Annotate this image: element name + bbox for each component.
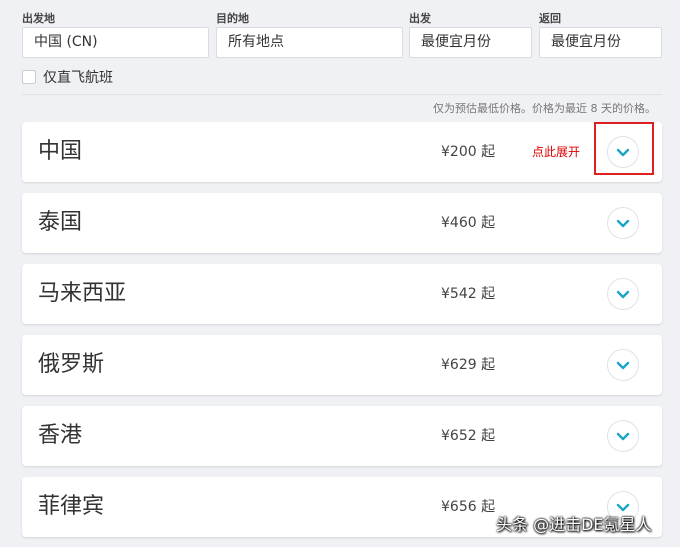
origin-label: 出发地 <box>22 12 55 25</box>
price-note: 仅为预估最低价格。价格为最近 8 天的价格。 <box>433 102 656 115</box>
result-card[interactable]: 俄罗斯 ¥629 起 <box>22 335 662 395</box>
destination-field[interactable]: 所有地点 <box>216 27 403 58</box>
depart-field[interactable]: 最便宜月份 <box>409 27 532 58</box>
expand-button[interactable] <box>607 420 639 452</box>
result-destination: 泰国 <box>38 210 83 235</box>
result-destination: 菲律宾 <box>38 494 105 519</box>
direct-only-checkbox[interactable] <box>22 70 36 84</box>
result-price: ¥460 起 <box>441 215 496 231</box>
chevron-down-icon <box>616 219 630 227</box>
chevron-down-icon <box>616 290 630 298</box>
direct-only-option[interactable]: 仅直飞航班 <box>22 67 113 87</box>
annotation-text: 点此展开 <box>532 145 581 159</box>
direct-only-label: 仅直飞航班 <box>43 70 113 86</box>
chevron-down-icon <box>616 361 630 369</box>
origin-field[interactable]: 中国 (CN) <box>22 27 209 58</box>
watermark: 头条 @进击DE氪星人 <box>496 515 652 534</box>
depart-label: 出发 <box>409 12 431 25</box>
divider <box>22 94 662 95</box>
result-price: ¥629 起 <box>441 357 496 373</box>
result-price: ¥652 起 <box>441 428 496 444</box>
annotation-highlight-box <box>594 122 654 175</box>
result-card[interactable]: 香港 ¥652 起 <box>22 406 662 466</box>
expand-button[interactable] <box>607 207 639 239</box>
expand-button[interactable] <box>607 349 639 381</box>
result-card[interactable]: 中国 ¥200 起 点此展开 <box>22 122 662 182</box>
result-destination: 俄罗斯 <box>38 352 105 377</box>
result-card[interactable]: 马来西亚 ¥542 起 <box>22 264 662 324</box>
return-label: 返回 <box>539 12 561 25</box>
result-price: ¥200 起 <box>441 144 496 160</box>
return-field[interactable]: 最便宜月份 <box>539 27 662 58</box>
result-price: ¥656 起 <box>441 499 496 515</box>
result-destination: 马来西亚 <box>38 281 127 306</box>
result-card[interactable]: 泰国 ¥460 起 <box>22 193 662 253</box>
result-price: ¥542 起 <box>441 286 496 302</box>
expand-button[interactable] <box>607 278 639 310</box>
result-destination: 香港 <box>38 423 83 448</box>
chevron-down-icon <box>616 432 630 440</box>
destination-label: 目的地 <box>216 12 249 25</box>
result-destination: 中国 <box>38 139 83 164</box>
